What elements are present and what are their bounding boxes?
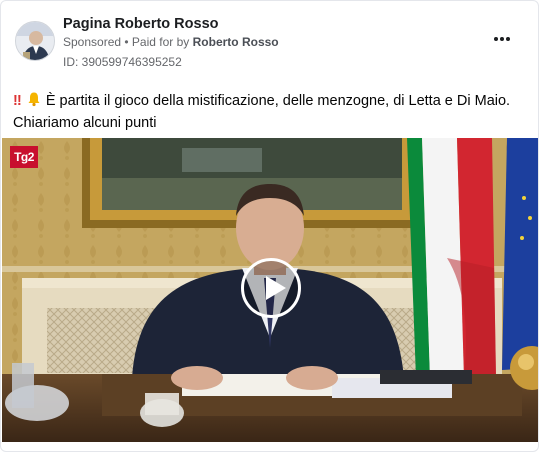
- more-dot: [500, 37, 504, 41]
- sponsored-post-card: Pagina Roberto Rosso Sponsored • Paid fo…: [0, 0, 539, 452]
- play-button[interactable]: [241, 258, 301, 318]
- tg2-logo: Tg2: [10, 146, 38, 168]
- post-header: Pagina Roberto Rosso Sponsored • Paid fo…: [13, 13, 526, 73]
- meta-separator: •: [121, 35, 132, 49]
- more-options-button[interactable]: [490, 31, 514, 47]
- video-player[interactable]: Tg2: [2, 138, 538, 442]
- avatar-image: [16, 22, 54, 60]
- paid-for-name-link[interactable]: Roberto Rosso: [193, 35, 279, 49]
- more-horizontal-icon: [494, 37, 498, 41]
- page-avatar[interactable]: [15, 21, 55, 61]
- post-caption: ‼ È partita il gioco della mistificazion…: [13, 91, 523, 133]
- paid-for-label: Paid for by: [131, 35, 193, 49]
- ad-id: ID: 390599746395252: [63, 55, 182, 69]
- caption-text: È partita il gioco della mistificazione,…: [13, 93, 511, 131]
- double-exclamation-icon: ‼: [13, 93, 22, 109]
- bell-icon: [26, 91, 42, 113]
- sponsorship-line: Sponsored • Paid for by Roberto Rosso: [63, 35, 279, 49]
- page-name-link[interactable]: Pagina Roberto Rosso: [63, 16, 219, 32]
- sponsored-label[interactable]: Sponsored: [63, 35, 121, 49]
- more-dot: [506, 37, 510, 41]
